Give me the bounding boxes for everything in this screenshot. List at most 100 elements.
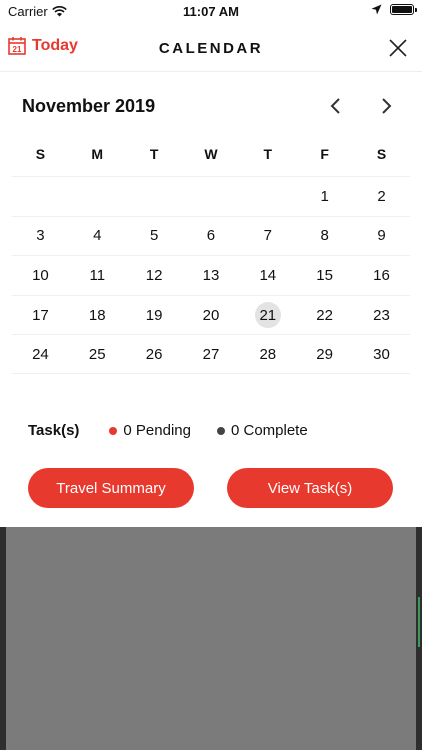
day-cell-2[interactable]: 2 [353, 177, 410, 216]
calendar-week-row: 10 11 12 13 14 15 16 [12, 255, 410, 295]
day-cell-26[interactable]: 26 [126, 335, 183, 373]
calendar-week-row: 3 4 5 6 7 8 9 [12, 215, 410, 256]
location-arrow-icon [371, 4, 382, 15]
day-number: 7 [263, 227, 272, 245]
pending-legend: 0 Pending [109, 422, 191, 439]
weekday-label: S [376, 146, 387, 162]
calendar-week-row: 17 18 19 20 21 22 23 [12, 294, 410, 335]
day-cell-10[interactable]: 10 [12, 256, 69, 295]
empty-day-cell [12, 177, 69, 216]
day-cell-13[interactable]: 13 [183, 256, 240, 295]
day-cell-3[interactable]: 3 [12, 217, 69, 256]
day-cell-8[interactable]: 8 [296, 217, 353, 256]
day-cell-9[interactable]: 9 [353, 217, 410, 256]
background-overlay[interactable] [0, 527, 422, 750]
weekday-label: F [320, 146, 329, 162]
day-number: 21 [254, 302, 281, 329]
calendar-icon-day: 21 [13, 45, 22, 54]
day-cell-19[interactable]: 19 [126, 296, 183, 335]
pending-count: 0 Pending [123, 422, 191, 439]
empty-day-cell [239, 177, 296, 216]
day-number: 1 [320, 187, 329, 205]
day-cell-29[interactable]: 29 [296, 335, 353, 373]
day-number: 5 [149, 227, 159, 245]
day-number: 22 [316, 306, 333, 324]
day-cell-17[interactable]: 17 [12, 296, 69, 335]
day-number: 14 [259, 266, 277, 284]
day-number: 13 [202, 266, 220, 284]
day-cell-22[interactable]: 22 [296, 296, 353, 335]
travel-summary-button[interactable]: Travel Summary [28, 468, 194, 508]
day-number: 30 [373, 345, 390, 363]
weekday-label: T [149, 146, 159, 162]
day-number: 15 [316, 266, 333, 284]
day-number: 8 [320, 227, 329, 245]
day-cell-24[interactable]: 24 [12, 335, 69, 373]
day-number: 18 [88, 306, 106, 324]
day-cell-15[interactable]: 15 [296, 256, 353, 295]
status-time: 11:07 AM [183, 4, 239, 19]
pending-dot-icon [109, 426, 118, 435]
tasks-summary: Task(s) 0 Pending 0 Complete [28, 422, 334, 439]
overlay-left-edge [0, 527, 6, 750]
empty-day-cell [69, 177, 126, 216]
month-title: November 2019 [22, 96, 156, 116]
day-cell-30[interactable]: 30 [353, 335, 410, 373]
day-cell-28[interactable]: 28 [239, 335, 296, 373]
weekday-label: T [263, 146, 273, 162]
calendar-header: 21 Today CALENDAR [0, 22, 422, 72]
day-cell-27[interactable]: 27 [183, 335, 240, 373]
complete-legend: 0 Complete [216, 422, 308, 439]
day-number: 29 [316, 345, 333, 363]
weekday-label: W [204, 146, 218, 162]
day-cell-18[interactable]: 18 [69, 296, 126, 335]
status-right [371, 4, 417, 15]
calendar-grid: 1 2 3 4 5 6 7 8 9 10 11 12 13 14 15 16 17 18 19 20 21 22 23 24 2… [12, 176, 410, 374]
day-cell-4[interactable]: 4 [69, 217, 126, 256]
day-cell-14[interactable]: 14 [239, 256, 296, 295]
day-cell-6[interactable]: 6 [183, 217, 240, 256]
view-tasks-button[interactable]: View Task(s) [227, 468, 393, 508]
day-number: 12 [145, 266, 163, 284]
day-number: 9 [377, 227, 386, 245]
calendar-week-row: 24 25 26 27 28 29 30 [12, 334, 410, 374]
day-cell-5[interactable]: 5 [126, 217, 183, 256]
overlay-route-line [418, 597, 420, 647]
day-cell-16[interactable]: 16 [353, 256, 410, 295]
day-cell-20[interactable]: 20 [183, 296, 240, 335]
day-cell-7[interactable]: 7 [239, 217, 296, 256]
chevron-right-icon[interactable] [376, 96, 396, 116]
weekday-header: SMTWTFS [12, 146, 410, 162]
day-number: 28 [259, 345, 277, 363]
tasks-label: Task(s) [28, 422, 80, 439]
day-number: 26 [145, 345, 163, 363]
battery-icon [390, 4, 417, 15]
day-number: 10 [32, 266, 49, 284]
calendar-today-icon: 21 [8, 37, 26, 55]
day-number: 16 [373, 266, 390, 284]
status-bar: Carrier 11:07 AM [0, 0, 422, 22]
chevron-left-icon[interactable] [326, 96, 346, 116]
weekday-label: M [91, 146, 104, 162]
day-cell-25[interactable]: 25 [69, 335, 126, 373]
day-number: 11 [89, 266, 106, 284]
day-cell-21[interactable]: 21 [239, 296, 296, 335]
day-number: 19 [145, 306, 163, 324]
day-number: 23 [373, 306, 390, 324]
day-cell-12[interactable]: 12 [126, 256, 183, 295]
complete-dot-icon [216, 426, 225, 435]
day-cell-23[interactable]: 23 [353, 296, 410, 335]
weekday-label: S [35, 146, 46, 162]
today-button[interactable]: 21 Today [8, 36, 78, 55]
day-cell-11[interactable]: 11 [69, 256, 126, 295]
day-number: 4 [93, 227, 102, 245]
empty-day-cell [126, 177, 183, 216]
day-number: 24 [32, 345, 49, 363]
close-icon[interactable] [388, 38, 408, 58]
day-number: 20 [202, 306, 220, 324]
day-cell-1[interactable]: 1 [296, 177, 353, 216]
day-number: 17 [32, 306, 49, 324]
day-number: 3 [36, 227, 45, 245]
day-number: 2 [377, 187, 386, 205]
calendar-panel: November 2019 SMTWTFS 1 2 3 4 5 6 7 8 9 10 11 12 13 1… [0, 72, 422, 527]
